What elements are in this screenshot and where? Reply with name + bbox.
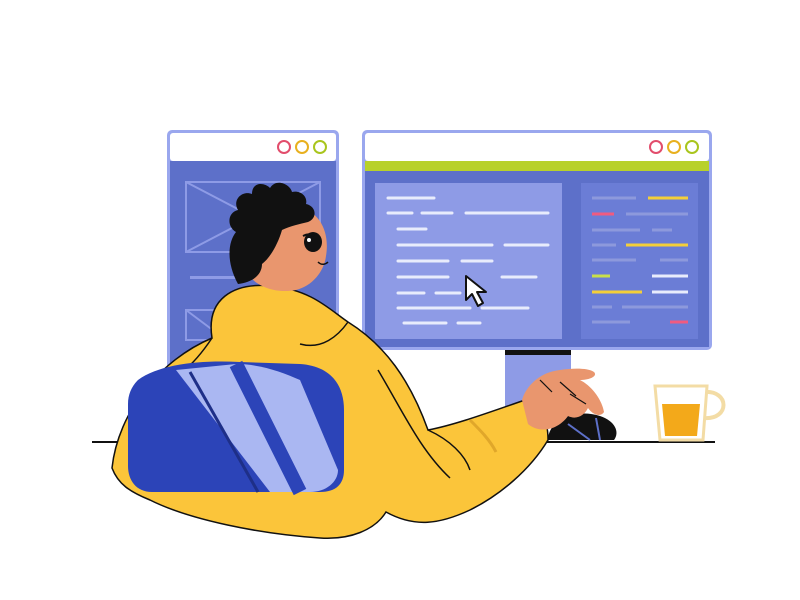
editor-panel [375, 183, 562, 339]
right-browser-window [362, 130, 712, 350]
code-panel [581, 183, 698, 339]
office-chair [128, 360, 344, 496]
illustration-canvas [92, 130, 726, 539]
accent-bar [365, 161, 709, 171]
left-window-titlebar [170, 133, 336, 161]
coffee-cup-icon [653, 384, 726, 442]
right-window-titlebar [365, 133, 709, 161]
